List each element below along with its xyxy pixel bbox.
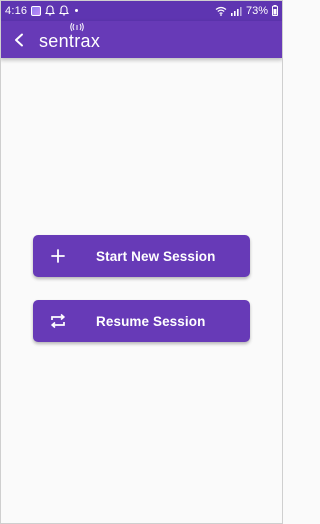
resume-session-label: Resume Session	[96, 313, 206, 329]
battery-icon	[272, 5, 278, 16]
bell-icon	[45, 5, 56, 16]
app-bar: sentrax	[0, 21, 283, 58]
signal-waves-icon	[70, 22, 84, 31]
bell-icon-2	[59, 5, 70, 16]
logo-text: sentrax	[39, 30, 101, 51]
status-bar: 4:16 73%	[0, 0, 283, 21]
status-right: 73%	[215, 5, 278, 17]
battery-percent: 73%	[245, 4, 268, 17]
arrow-back-icon	[15, 33, 23, 46]
resume-session-button[interactable]: Resume Session	[33, 300, 250, 342]
back-button[interactable]	[9, 30, 29, 50]
app-logo: sentrax	[39, 22, 101, 51]
wifi-icon	[215, 6, 227, 16]
start-new-session-label: Start New Session	[96, 248, 216, 264]
gallery-notification-icon	[31, 5, 42, 16]
app-screen: 4:16 73% sentrax Start New Session Resum…	[0, 0, 283, 524]
more-notifications-dot-icon	[75, 9, 79, 12]
status-time: 4:16	[5, 4, 28, 17]
repeat-icon	[49, 312, 67, 330]
signal-icon	[230, 6, 242, 16]
status-left: 4:16	[5, 4, 79, 17]
plus-icon	[49, 247, 67, 265]
start-new-session-button[interactable]: Start New Session	[33, 235, 250, 277]
